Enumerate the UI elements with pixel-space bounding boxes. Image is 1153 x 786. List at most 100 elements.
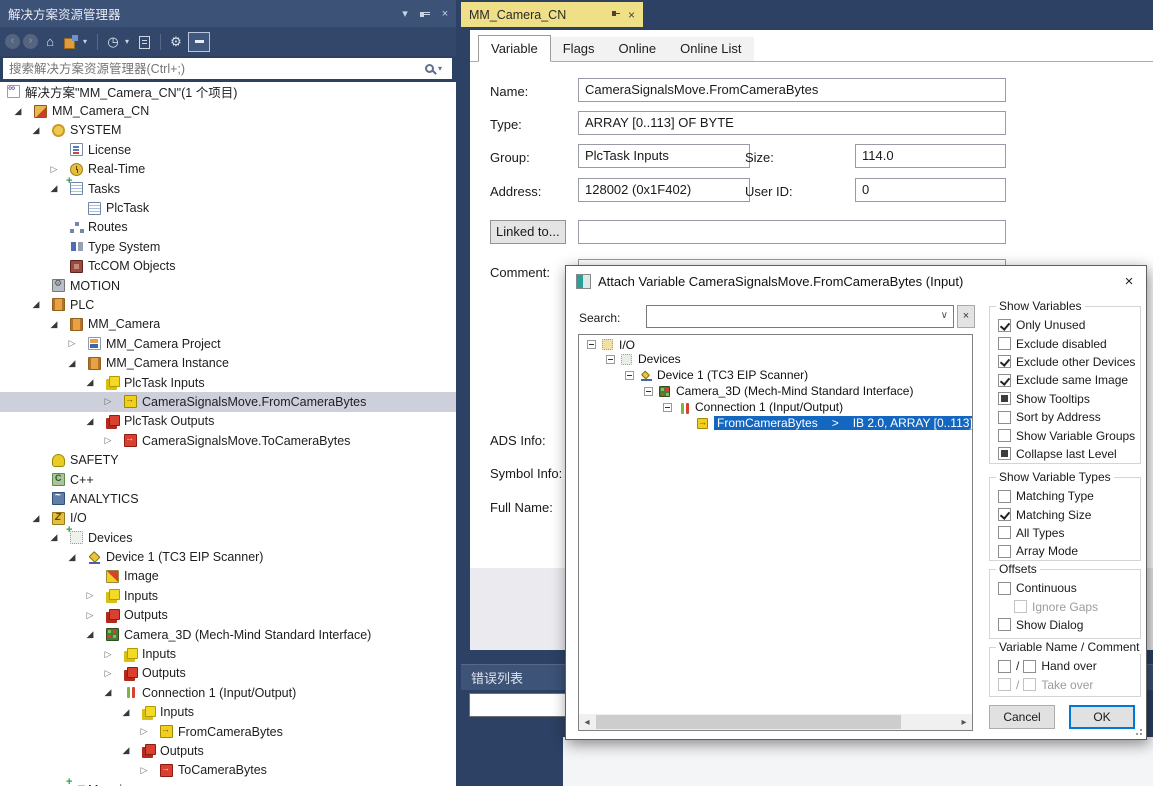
back-icon[interactable]: ‹ — [5, 34, 20, 49]
dialog-tree-item[interactable]: FromCameraBytes>IB 2.0, ARRAY [0..113] O… — [579, 415, 972, 431]
collapse-minus-icon[interactable] — [625, 371, 634, 380]
tree-item[interactable]: ▷MM_Camera Project — [0, 334, 456, 353]
collapse-minus-icon[interactable] — [644, 387, 653, 396]
tree-item[interactable]: Routes — [0, 218, 456, 237]
checkbox-checked[interactable] — [998, 508, 1011, 521]
tree-item[interactable]: ◢PLC — [0, 295, 456, 314]
expander-icon[interactable]: ◢ — [46, 532, 62, 543]
checkbox-row[interactable]: Show Tooltips — [998, 390, 1140, 408]
expander-icon[interactable]: ◢ — [82, 416, 98, 427]
checkbox-row[interactable]: Exclude disabled — [998, 334, 1140, 352]
checkbox-row[interactable]: Array Mode — [998, 542, 1140, 560]
checkbox-unchecked[interactable] — [998, 429, 1011, 442]
expander-icon[interactable]: ▷ — [100, 649, 116, 660]
expander-icon[interactable]: ◢ — [118, 707, 134, 718]
close-icon[interactable]: × — [436, 5, 454, 23]
tree-item[interactable]: ◢Camera_3D (Mech-Mind Standard Interface… — [0, 625, 456, 644]
checkbox-row[interactable]: /Hand over — [998, 657, 1140, 675]
tab-flags[interactable]: Flags — [551, 37, 607, 62]
dialog-titlebar[interactable]: Attach Variable CameraSignalsMove.FromCa… — [566, 266, 1146, 296]
collapse-minus-icon[interactable] — [587, 340, 596, 349]
expander-icon[interactable]: ◢ — [100, 687, 116, 698]
linked-to-field[interactable] — [578, 220, 1006, 244]
tab-variable[interactable]: Variable — [478, 35, 551, 62]
tree-item[interactable]: ◢Tasks — [0, 179, 456, 198]
tree-item[interactable]: License — [0, 140, 456, 159]
collapse-minus-icon[interactable] — [663, 403, 672, 412]
window-position-icon[interactable]: ▾ — [396, 5, 414, 23]
tree-item[interactable]: ◢MM_Camera Instance — [0, 353, 456, 372]
dialog-tree-item[interactable]: I/O — [579, 335, 972, 351]
pin-icon[interactable] — [610, 9, 621, 20]
dropdown-caret-icon[interactable]: ▾ — [83, 37, 91, 46]
cancel-button[interactable]: Cancel — [989, 705, 1055, 729]
checkbox-unchecked[interactable] — [998, 411, 1011, 424]
checkbox-mixed[interactable] — [998, 447, 1011, 460]
expander-icon[interactable]: ◢ — [28, 513, 44, 524]
tree-item[interactable]: Mappings — [0, 780, 456, 786]
checkbox-row[interactable]: Collapse last Level — [998, 445, 1140, 463]
expander-icon[interactable]: ◢ — [64, 358, 80, 369]
forward-icon[interactable]: › — [23, 34, 38, 49]
expander-icon[interactable]: ◢ — [82, 629, 98, 640]
name-checkbox[interactable] — [998, 660, 1011, 673]
tree-item[interactable]: TcCOM Objects — [0, 257, 456, 276]
tree-item[interactable]: PlcTask — [0, 198, 456, 217]
search-combobox[interactable]: ∨ — [646, 305, 954, 328]
resize-grip[interactable] — [1140, 733, 1142, 735]
checkbox-row[interactable]: Show Dialog — [998, 616, 1140, 634]
tree-item[interactable]: ▷Outputs — [0, 664, 456, 683]
checkbox-row[interactable]: All Types — [998, 524, 1140, 542]
history-icon[interactable]: ◷ — [104, 33, 122, 51]
expander-icon[interactable]: ▷ — [64, 338, 80, 349]
tree-item[interactable]: ◢MM_Camera_CN — [0, 101, 456, 120]
expander-icon[interactable]: ◢ — [82, 377, 98, 388]
expander-icon[interactable]: ▷ — [46, 164, 62, 175]
close-icon[interactable]: × — [628, 8, 635, 22]
checkbox-row[interactable]: Matching Size — [998, 505, 1140, 523]
selected-variable[interactable]: FromCameraBytes>IB 2.0, ARRAY [0..113] O… — [714, 416, 973, 430]
expander-icon[interactable]: ▷ — [82, 590, 98, 601]
expander-icon[interactable]: ◢ — [46, 183, 62, 194]
userid-field[interactable]: 0 — [855, 178, 1006, 202]
tree-item[interactable]: MOTION — [0, 276, 456, 295]
scroll-left-icon[interactable]: ◂ — [579, 717, 595, 728]
expander-icon[interactable]: ▷ — [82, 610, 98, 621]
checkbox-checked[interactable] — [998, 355, 1011, 368]
tree-item[interactable]: ◢Outputs — [0, 741, 456, 760]
pin-icon[interactable] — [416, 5, 434, 23]
tree-item[interactable]: Type System — [0, 237, 456, 256]
expander-icon[interactable]: ▷ — [136, 765, 152, 776]
checkbox-unchecked[interactable] — [998, 526, 1011, 539]
tree-item[interactable]: ◢Connection 1 (Input/Output) — [0, 683, 456, 702]
group-field[interactable]: PlcTask Inputs — [578, 144, 750, 168]
expander-icon[interactable]: ▷ — [100, 435, 116, 446]
tree-item[interactable]: ◢PlcTask Outputs — [0, 412, 456, 431]
address-field[interactable]: 128002 (0x1F402) — [578, 178, 750, 202]
document-tab[interactable]: MM_Camera_CN × — [461, 2, 643, 27]
checkbox-checked[interactable] — [998, 319, 1011, 332]
search-icon[interactable] — [425, 64, 434, 73]
tree-item[interactable]: ▷Inputs — [0, 644, 456, 663]
search-input[interactable] — [3, 62, 425, 76]
clear-search-button[interactable]: × — [957, 305, 975, 328]
tree-item[interactable]: ◢Device 1 (TC3 EIP Scanner) — [0, 547, 456, 566]
checkbox-unchecked[interactable] — [1014, 600, 1027, 613]
tree-item[interactable]: Image — [0, 567, 456, 586]
home-icon[interactable]: ⌂ — [41, 33, 59, 51]
expander-icon[interactable]: ▷ — [136, 726, 152, 737]
tree-item[interactable]: ◢Devices — [0, 528, 456, 547]
dialog-tree-item[interactable]: Connection 1 (Input/Output) — [579, 399, 972, 415]
tree-item[interactable]: ◢MM_Camera — [0, 315, 456, 334]
checkbox-row[interactable]: /Take over — [998, 675, 1140, 693]
tab-online[interactable]: Online — [607, 37, 669, 62]
expander-icon[interactable]: ◢ — [46, 319, 62, 330]
checkbox-unchecked[interactable] — [998, 582, 1011, 595]
tree-item[interactable]: ▷CameraSignalsMove.FromCameraBytes — [0, 392, 456, 411]
comment-checkbox[interactable] — [1023, 678, 1036, 691]
tree-item[interactable]: SAFETY — [0, 450, 456, 469]
properties-wrench-icon[interactable]: ⚙ — [167, 33, 185, 51]
size-field[interactable]: 114.0 — [855, 144, 1006, 168]
sync-active-document-icon[interactable] — [62, 33, 80, 51]
tree-item[interactable]: ◢PlcTask Inputs — [0, 373, 456, 392]
